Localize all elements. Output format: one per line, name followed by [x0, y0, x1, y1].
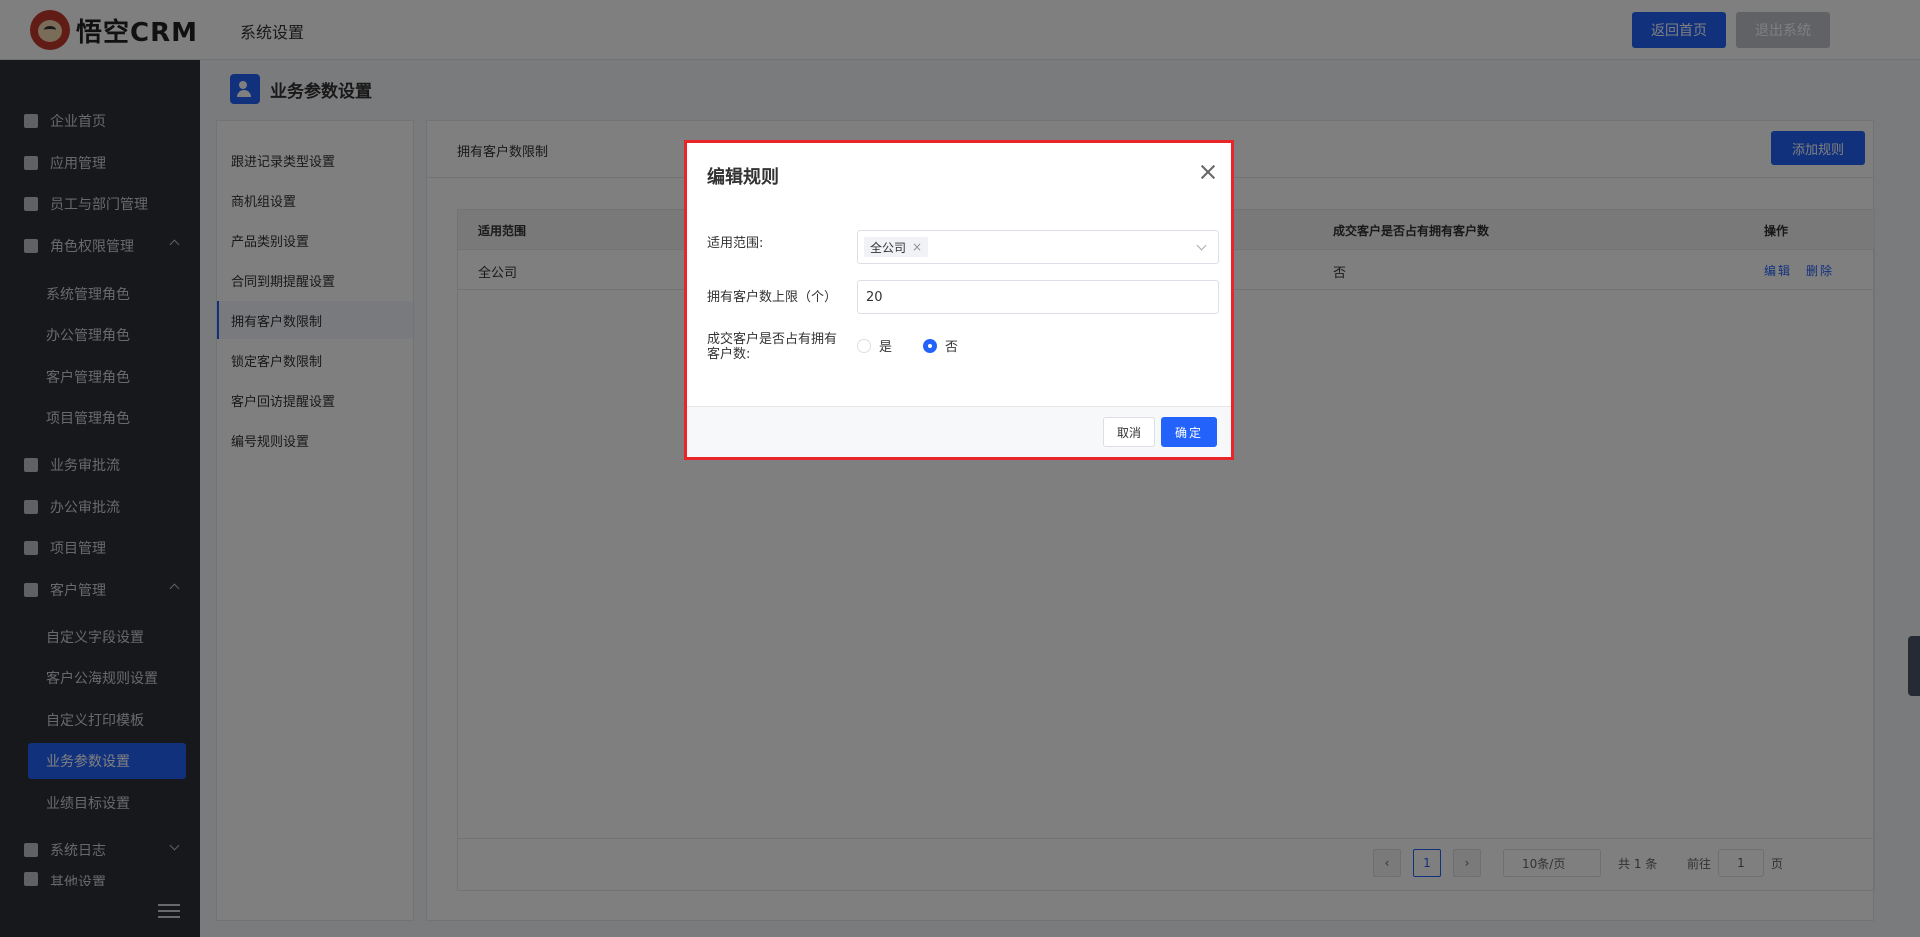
- scope-tag-label: 全公司: [870, 240, 907, 255]
- limit-input[interactable]: [857, 280, 1219, 314]
- dialog-footer: 取消 确定: [687, 406, 1231, 457]
- scope-tag: 全公司 ×: [864, 237, 929, 257]
- close-icon[interactable]: [1199, 163, 1217, 181]
- edit-rule-dialog: 编辑规则 适用范围: 全公司 × 拥有客户数上限（个） 成交客户是否占有拥有 客…: [684, 140, 1234, 460]
- radio-no[interactable]: 否: [923, 336, 958, 355]
- chevron-down-icon: [1196, 240, 1207, 251]
- dialog-title: 编辑规则: [707, 167, 779, 188]
- deal-counts-label-line1: 成交客户是否占有拥有: [707, 332, 838, 347]
- radio-no-label: 否: [945, 340, 959, 355]
- confirm-button[interactable]: 确定: [1161, 417, 1217, 447]
- scope-select[interactable]: 全公司 ×: [857, 230, 1219, 264]
- deal-counts-label: 成交客户是否占有拥有 客户数:: [707, 332, 837, 362]
- radio-circle: [857, 338, 871, 353]
- limit-label: 拥有客户数上限（个）: [707, 290, 838, 305]
- cancel-button[interactable]: 取消: [1103, 417, 1155, 447]
- deal-counts-label-line2: 客户数:: [707, 347, 751, 362]
- radio-yes[interactable]: 是: [857, 336, 892, 355]
- radio-yes-label: 是: [879, 340, 893, 355]
- radio-circle-checked: [923, 338, 937, 353]
- scope-label: 适用范围:: [707, 236, 764, 251]
- tag-remove-icon[interactable]: ×: [912, 240, 922, 254]
